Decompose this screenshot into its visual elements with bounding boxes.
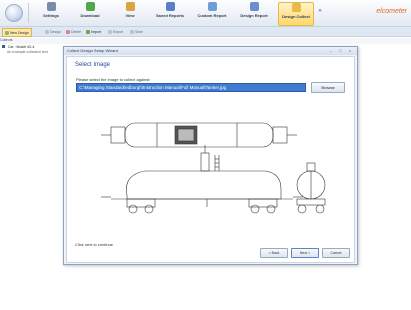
settings-button[interactable]: Settings xyxy=(38,2,64,24)
ribbon: Settings Download View Saved Reports Cus… xyxy=(0,0,411,27)
image-path-input[interactable]: C:\Managing Standard\edburgh\Instruction… xyxy=(76,83,306,92)
design-report-label: Design Report xyxy=(240,13,268,18)
back-button[interactable]: < Back xyxy=(260,248,288,258)
design-icon xyxy=(45,29,49,34)
brand-logo: elcometer xyxy=(376,8,407,15)
settings-label: Settings xyxy=(43,13,59,18)
design-collect-icon xyxy=(291,3,301,12)
save-icon xyxy=(130,29,134,34)
delete-button[interactable]: Delete xyxy=(64,28,83,35)
import-button[interactable]: Import xyxy=(84,28,103,35)
design-label: Design xyxy=(50,29,61,34)
step-heading: Select Image xyxy=(75,62,111,68)
next-button[interactable]: Next > xyxy=(291,248,319,258)
design-report-button[interactable]: Design Report xyxy=(237,2,271,24)
browse-button[interactable]: Browse xyxy=(311,82,345,93)
panel-header: Collects xyxy=(0,38,411,44)
delete-icon xyxy=(66,29,70,34)
ribbon-separator xyxy=(28,3,29,23)
custom-report-icon xyxy=(207,2,217,11)
new-design-label: New Design xyxy=(10,30,29,35)
design-collect-label: Design Collect xyxy=(282,14,310,19)
dialog-title: Collect Design Setup Wizard xyxy=(67,48,118,53)
cancel-button[interactable]: Cancel xyxy=(322,248,350,258)
app-menu-button[interactable] xyxy=(5,4,23,22)
report-icon xyxy=(165,2,175,11)
tree-item-title: Car : Model 4X-4 xyxy=(7,45,35,49)
custom-report-label: Custom Report xyxy=(197,13,227,18)
save-button[interactable]: Save xyxy=(128,28,145,35)
custom-report-button[interactable]: Custom Report xyxy=(195,2,229,24)
saved-reports-button[interactable]: Saved Reports xyxy=(153,2,187,24)
design-report-icon xyxy=(249,2,259,11)
dialog-titlebar: Collect Design Setup Wizard – □ × xyxy=(64,47,357,55)
step-hint: Click next to continue xyxy=(75,242,114,247)
step-prompt: Please select the image to collect again… xyxy=(76,77,151,82)
view-button[interactable]: View xyxy=(118,2,142,24)
collect-icon xyxy=(2,45,5,48)
new-design-icon xyxy=(5,30,9,35)
import-label: Import xyxy=(91,29,101,34)
export-button[interactable]: Export xyxy=(106,28,125,35)
tree-item-subtitle: An example collection test xyxy=(7,50,48,54)
save-label: Save xyxy=(135,29,143,34)
view-label: View xyxy=(125,13,135,18)
download-icon xyxy=(85,2,95,11)
design-collect-button[interactable]: Design Collect xyxy=(278,2,314,26)
download-button[interactable]: Download xyxy=(76,2,104,24)
download-label: Download xyxy=(80,13,100,18)
export-icon xyxy=(108,29,112,34)
import-icon xyxy=(86,29,90,34)
dialog-body: Select Image Please select the image to … xyxy=(66,56,355,263)
export-label: Export xyxy=(113,29,124,34)
new-design-button[interactable]: New Design xyxy=(2,28,32,37)
collect-tree: Car : Model 4X-4 An example collection t… xyxy=(2,45,66,55)
gear-icon xyxy=(46,2,56,11)
wizard-dialog: Collect Design Setup Wizard – □ × Select… xyxy=(63,46,358,265)
window-controls[interactable]: – □ × xyxy=(330,47,354,55)
view-icon xyxy=(125,2,135,11)
toolbar: New Design Design Delete Import Export S… xyxy=(0,27,411,37)
delete-label: Delete xyxy=(71,29,82,34)
dialog-buttons: < Back Next > Cancel xyxy=(260,248,350,258)
saved-reports-label: Saved Reports xyxy=(155,13,184,18)
design-button[interactable]: Design xyxy=(43,28,63,35)
tanker-image-preview xyxy=(101,122,326,214)
